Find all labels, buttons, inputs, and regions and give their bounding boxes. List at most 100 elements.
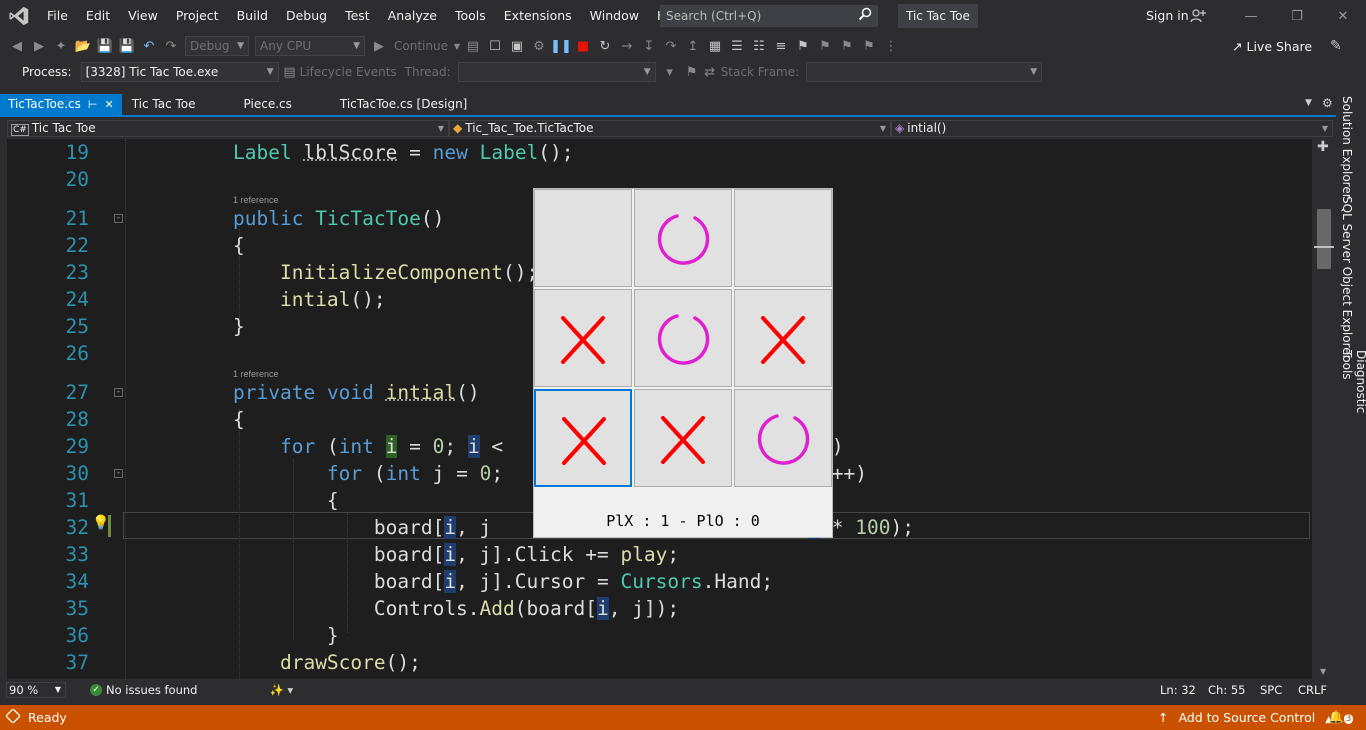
toolbar-options-icon[interactable]: ⋮ [880,35,902,57]
board-cell[interactable] [634,189,732,287]
board-cell[interactable] [534,389,632,487]
board-cell[interactable] [734,289,832,387]
gear-icon[interactable]: ⚙ [1322,96,1333,110]
menu-extensions[interactable]: Extensions [495,0,581,32]
feedback-icon[interactable]: ✎ [1330,38,1342,54]
menu-analyze[interactable]: Analyze [379,0,446,32]
line-ending[interactable]: CRLF [1298,681,1327,699]
collapse-toggle[interactable]: - [114,388,123,397]
configuration-dropdown[interactable]: Debug ▼ [185,36,249,56]
lightbulb-icon[interactable]: 💡 [92,515,109,531]
scrollbar-thumb[interactable] [1317,209,1331,269]
indent-icon[interactable]: ≡ [770,35,792,57]
tab-solution-explorer[interactable]: Solution Explorer [1340,96,1354,199]
save-all-icon[interactable]: 💾 [116,35,138,57]
navigate-back-icon[interactable]: ◀ [6,35,28,57]
bookmark-icon[interactable]: ⚑ [792,35,814,57]
board-cell[interactable] [734,189,832,287]
step-into-icon[interactable]: ↧ [638,35,660,57]
live-share-button[interactable]: ↗ Live Share [1232,33,1312,61]
board-cell[interactable] [634,389,732,487]
continue-button[interactable]: Continue [390,39,452,53]
whitespace-mode[interactable]: SPC [1260,681,1282,699]
chevron-down-icon[interactable]: ▼ [452,35,462,57]
tab-sql-server-object-explorer[interactable]: SQL Server Object Explorer [1340,196,1354,360]
continue-play-icon[interactable]: ▶ [368,35,390,57]
project-dropdown[interactable]: C# Tic Tac Toe ▼ [7,120,449,137]
line-position[interactable]: Ln: 32 [1160,681,1196,699]
platform-dropdown[interactable]: Any CPU ▼ [255,36,365,56]
hex-icon[interactable]: ▦ [704,35,726,57]
show-next-statement-icon[interactable]: → [616,35,638,57]
process-dropdown[interactable]: [3328] Tic Tac Toe.exe ▼ [80,62,279,82]
thread-dropdown[interactable]: ▼ [457,62,656,82]
issues-indicator[interactable]: ✓ No issues found [90,683,197,697]
step-out-icon[interactable]: ↥ [682,35,704,57]
new-project-icon[interactable]: ✦ [50,35,72,57]
navigate-forward-icon[interactable]: ▶ [28,35,50,57]
menu-view[interactable]: View [119,0,167,32]
board-cell[interactable] [634,289,732,387]
thread-icon[interactable]: ☰ [726,35,748,57]
filter-icon[interactable]: ▾ [659,61,681,83]
collapse-toggle[interactable]: - [114,469,123,478]
board-cell[interactable] [534,289,632,387]
tab-list-chevron-down-icon[interactable]: ▼ [1305,98,1312,108]
hot-reload-icon[interactable]: ⚙ [528,35,550,57]
tab-tictactoe-design[interactable]: TicTacToe.cs [Design] [300,94,475,115]
clear-bookmarks-icon[interactable]: ⚑ [858,35,880,57]
visual-studio-logo-icon[interactable] [0,0,38,32]
char-position[interactable]: Ch: 55 [1208,681,1245,699]
search-input[interactable]: Search (Ctrl+Q) [660,5,878,27]
pin-icon[interactable]: ⊢ [88,94,98,115]
stack-frame-dropdown[interactable]: ▼ [806,62,1043,82]
vertical-scrollbar[interactable]: ✚ ▼ [1314,139,1334,679]
menu-window[interactable]: Window [581,0,648,32]
scroll-down-icon[interactable]: ▼ [1320,667,1326,676]
menu-edit[interactable]: Edit [77,0,119,32]
browser-link-icon[interactable]: ☐ [484,35,506,57]
notifications-button[interactable]: 🔔 3 [1328,709,1354,725]
lifecycle-events-button[interactable]: Lifecycle Events [298,65,401,79]
swap-icon[interactable]: ⇄ [703,61,717,83]
pause-icon[interactable]: ❚❚ [550,35,572,57]
open-file-icon[interactable]: 📂 [72,35,94,57]
screenshot-icon[interactable]: ▣ [506,35,528,57]
tab-tic-tac-toe[interactable]: Tic Tac Toe [122,94,204,115]
save-icon[interactable]: 💾 [94,35,116,57]
redo-icon[interactable]: ↷ [160,35,182,57]
member-dropdown[interactable]: ◈ intial() ▼ [891,120,1333,137]
board-cell[interactable] [534,189,632,287]
close-window-button[interactable]: ✕ [1320,0,1366,32]
step-over-icon[interactable]: ↷ [660,35,682,57]
brush-icon[interactable]: ✨ ▾ [269,683,293,697]
board-cell[interactable] [734,389,832,487]
stack-icon[interactable]: ☷ [748,35,770,57]
split-icon[interactable]: ✚ [1317,139,1329,155]
codelens-references[interactable]: 1 reference [233,195,279,205]
codelens-references[interactable]: 1 reference [233,369,279,379]
stop-icon[interactable]: ■ [572,35,594,57]
menu-tools[interactable]: Tools [446,0,495,32]
collapse-toggle[interactable]: - [114,214,123,223]
add-user-icon[interactable] [1190,8,1206,27]
tab-piece-cs[interactable]: Piece.cs [204,94,300,115]
menu-test[interactable]: Test [336,0,379,32]
flag-icon[interactable]: ⚑ [681,61,703,83]
sign-in-link[interactable]: Sign in [1146,0,1189,32]
undo-icon[interactable]: ↶ [138,35,160,57]
menu-build[interactable]: Build [228,0,277,32]
menu-file[interactable]: File [38,0,77,32]
maximize-button[interactable]: ❐ [1274,0,1320,32]
zoom-dropdown[interactable]: 90 % ▼ [6,682,66,698]
tab-diagnostic-tools[interactable]: Diagnostic Tools [1340,350,1366,446]
close-icon[interactable]: ✕ [104,94,113,115]
prev-bookmark-icon[interactable]: ⚑ [814,35,836,57]
class-dropdown[interactable]: ◆ Tic_Tac_Toe.TicTacToe ▼ [449,120,891,137]
menu-debug[interactable]: Debug [277,0,336,32]
next-bookmark-icon[interactable]: ⚑ [836,35,858,57]
tab-tictactoe-cs[interactable]: TicTacToe.cs ⊢ ✕ [0,94,122,115]
minimize-button[interactable]: — [1228,0,1274,32]
restart-icon[interactable]: ↻ [594,35,616,57]
menu-project[interactable]: Project [167,0,228,32]
